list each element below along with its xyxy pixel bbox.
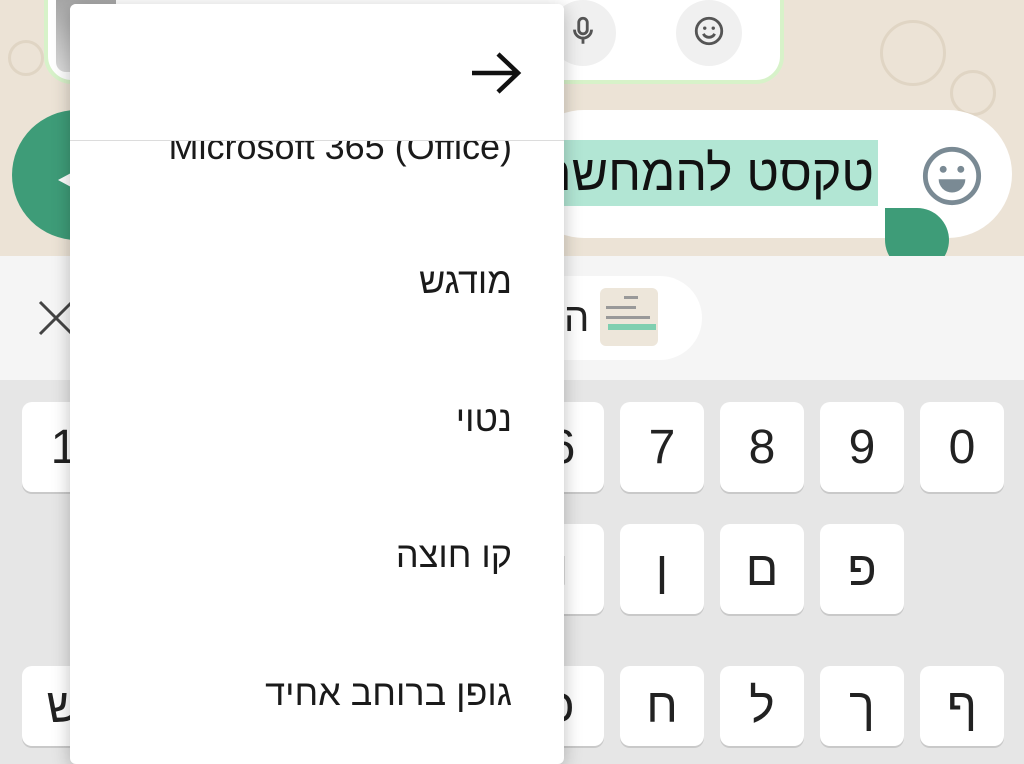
clipboard-chip-text: ה	[564, 296, 590, 340]
menu-item-bold[interactable]: מודגש	[419, 260, 512, 302]
key[interactable]: ח	[620, 666, 704, 746]
menu-item-strikethrough[interactable]: קו חוצה	[396, 534, 512, 576]
key[interactable]: 8	[720, 402, 804, 492]
text-formatting-menu: Microsoft 365 (Office) מודגש נטוי קו חוצ…	[70, 4, 564, 764]
key[interactable]: 7	[620, 402, 704, 492]
key[interactable]: ף	[920, 666, 1004, 746]
message-input-text[interactable]: טקסט להמחשה	[530, 140, 878, 206]
thumbnail-highlight	[608, 324, 656, 330]
thumbnail-line	[624, 296, 638, 299]
microphone-icon	[566, 14, 600, 53]
clipboard-thumbnail	[600, 288, 658, 346]
key[interactable]: ן	[620, 524, 704, 614]
wallpaper-doodle	[880, 20, 946, 86]
menu-item-italic[interactable]: נטוי	[456, 398, 512, 440]
wallpaper-doodle	[8, 40, 44, 76]
menu-header	[70, 4, 564, 141]
emoji-icon	[692, 14, 726, 53]
menu-item-monospace[interactable]: גופן ברוחב אחיד	[265, 672, 512, 714]
key[interactable]: 9	[820, 402, 904, 492]
emoji-button[interactable]	[676, 0, 742, 66]
key[interactable]: פ	[820, 524, 904, 614]
key[interactable]: ם	[720, 524, 804, 614]
arrow-right-icon[interactable]	[468, 50, 524, 96]
thumbnail-line	[606, 316, 650, 319]
wallpaper-doodle	[950, 70, 996, 116]
key[interactable]: ל	[720, 666, 804, 746]
key[interactable]: 0	[920, 402, 1004, 492]
emoji-icon[interactable]	[920, 144, 984, 208]
thumbnail-line	[606, 306, 636, 309]
key[interactable]: ך	[820, 666, 904, 746]
